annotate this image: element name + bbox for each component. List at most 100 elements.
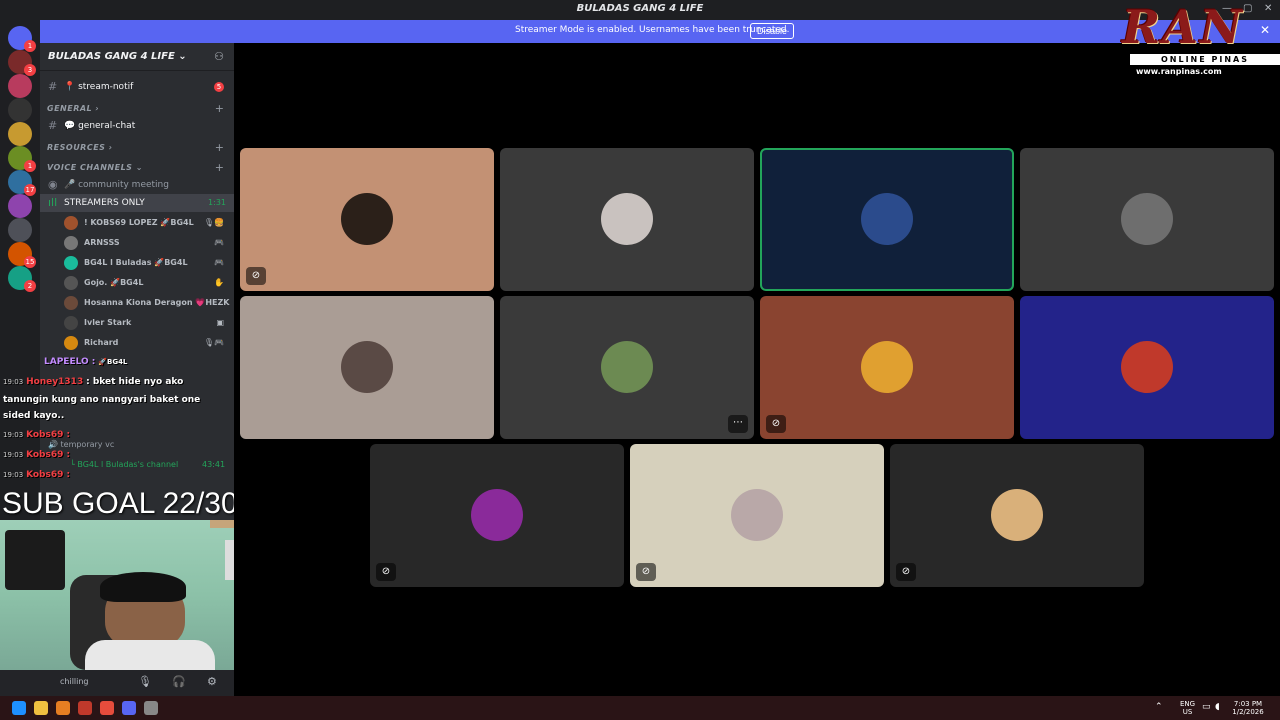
voice-user[interactable]: Gojo. 🚀BG4L ✋ bbox=[64, 273, 230, 293]
logo-wordmark: RAN bbox=[1122, 0, 1244, 54]
participant-tile[interactable] bbox=[1020, 296, 1274, 439]
mic-icon[interactable]: 🎙 bbox=[138, 675, 152, 688]
server-icon[interactable] bbox=[8, 98, 32, 122]
language-indicator[interactable]: ENG US bbox=[1180, 700, 1195, 716]
settings-icon[interactable]: ⚙ bbox=[207, 675, 217, 688]
participant-tile[interactable]: ⊘ bbox=[240, 148, 494, 291]
tray-chevron-icon[interactable]: ⌃ bbox=[1155, 702, 1163, 712]
voice-user[interactable]: ! KOBS69 LOPEZ 🚀BG4L 🎙🍔 bbox=[64, 213, 230, 233]
more-options-icon[interactable]: ⋯ bbox=[728, 415, 748, 433]
server-icon[interactable] bbox=[8, 194, 32, 218]
region-code: US bbox=[1182, 708, 1193, 716]
hanging-shirt bbox=[5, 530, 65, 590]
network-icon[interactable]: ▭ bbox=[1202, 702, 1211, 712]
user-name: Hosanna Kiona Deragon 💗HEZK bbox=[84, 298, 230, 307]
logo-url: www.ranpinas.com bbox=[1136, 67, 1222, 76]
participant-tile[interactable]: ⊘ bbox=[630, 444, 884, 587]
participant-avatar bbox=[341, 341, 393, 393]
clock[interactable]: 7:03 PM 1/2/2026 bbox=[1232, 700, 1264, 716]
chat-time: 19:03 bbox=[3, 451, 24, 459]
create-channel-icon[interactable]: + bbox=[215, 159, 224, 177]
channel-stream-notif[interactable]: # 📍 stream-notif 5 bbox=[40, 78, 234, 96]
voice-live-icon: ıll bbox=[48, 196, 58, 209]
participant-tile[interactable]: ⊘ bbox=[760, 296, 1014, 439]
ran-online-logo: RAN ONLINE PINAS www.ranpinas.com bbox=[1112, 0, 1280, 80]
channel-label: 📍 stream-notif bbox=[64, 82, 134, 92]
user-avatar bbox=[64, 296, 78, 310]
taskbar-app-icon[interactable] bbox=[56, 701, 70, 715]
muted-mic-icon: ⊘ bbox=[376, 563, 396, 581]
participant-tile[interactable] bbox=[1020, 148, 1274, 291]
chat-message: 19:03 Kobs69 : bbox=[3, 430, 70, 440]
voice-channel-streamers-only[interactable]: ıll STREAMERS ONLY 1:31 bbox=[40, 194, 234, 212]
participant-tile[interactable]: ⊘ bbox=[890, 444, 1144, 587]
user-custom-status: chilling bbox=[60, 677, 89, 686]
voice-user[interactable]: Richard 🎙🎮 bbox=[64, 333, 230, 353]
voice-user[interactable]: BG4L l Buladas 🚀BG4L 🎮 bbox=[64, 253, 230, 273]
mention-badge: 5 bbox=[214, 82, 224, 92]
user-avatar bbox=[64, 336, 78, 350]
guild-header[interactable]: BULADAS GANG 4 LIFE ⌄ ⚇ bbox=[40, 43, 234, 71]
user-name: Richard bbox=[84, 338, 119, 347]
taskbar-app-icon[interactable] bbox=[122, 701, 136, 715]
participant-tile[interactable] bbox=[240, 296, 494, 439]
voice-user[interactable]: ARNSSS 🎮 bbox=[64, 233, 230, 253]
participant-tile[interactable] bbox=[500, 148, 754, 291]
participant-avatar bbox=[861, 341, 913, 393]
taskbar-app-icon[interactable] bbox=[12, 701, 26, 715]
user-status-icons: 🎙🎮 bbox=[203, 338, 224, 347]
category-general[interactable]: GENERAL › + bbox=[40, 100, 234, 118]
taskbar-app-icon[interactable] bbox=[78, 701, 92, 715]
user-name: ARNSSS bbox=[84, 238, 120, 247]
chat-username: Kobs69 : bbox=[26, 430, 71, 440]
user-avatar bbox=[64, 316, 78, 330]
create-channel-icon[interactable]: + bbox=[215, 139, 224, 157]
invite-people-icon[interactable]: ⚇ bbox=[214, 50, 224, 63]
participant-avatar bbox=[601, 341, 653, 393]
server-badge: 17 bbox=[24, 184, 36, 196]
chat-username: Kobs69 : bbox=[26, 450, 71, 460]
channel-general-chat[interactable]: # 💬 general-chat bbox=[40, 117, 234, 135]
participant-avatar bbox=[1121, 341, 1173, 393]
participant-tile[interactable] bbox=[760, 148, 1014, 291]
participant-avatar bbox=[471, 489, 523, 541]
taskbar-app-icon[interactable] bbox=[100, 701, 114, 715]
voice-channel-community-meeting[interactable]: ◉ 🎤 community meeting bbox=[40, 176, 234, 194]
participant-avatar bbox=[1121, 193, 1173, 245]
server-icon[interactable] bbox=[8, 218, 32, 242]
server-badge: 2 bbox=[24, 280, 36, 292]
disable-streamer-mode-button[interactable]: Disable bbox=[750, 23, 795, 39]
streamer-shirt bbox=[85, 640, 215, 670]
voice-user[interactable]: Hosanna Kiona Deragon 💗HEZK bbox=[64, 293, 230, 313]
participant-tile[interactable]: ⊘ bbox=[370, 444, 624, 587]
temporary-vc-channel[interactable]: 🔊 temporary vc bbox=[48, 440, 114, 449]
streamer-hair bbox=[100, 572, 186, 602]
channel-label: STREAMERS ONLY bbox=[64, 198, 145, 208]
category-resources[interactable]: RESOURCES › + bbox=[40, 139, 234, 157]
user-status-icons: 🎮 bbox=[214, 238, 224, 247]
clock-time: 7:03 PM bbox=[1233, 700, 1263, 708]
create-channel-icon[interactable]: + bbox=[215, 100, 224, 118]
buladas-channel[interactable]: └ BG4L l Buladas's channel bbox=[70, 460, 178, 469]
category-voice-channels[interactable]: VOICE CHANNELS ⌄ + bbox=[40, 159, 234, 177]
chat-time: 19:03 bbox=[3, 471, 24, 479]
voice-user[interactable]: Ivler Stark ▣ bbox=[64, 313, 230, 333]
muted-mic-icon: ⊘ bbox=[766, 415, 786, 433]
participant-tile[interactable]: ⋯ bbox=[500, 296, 754, 439]
chat-time: 19:03 bbox=[3, 431, 24, 439]
volume-icon[interactable]: ◖ bbox=[1215, 702, 1220, 712]
user-status-icons: 🎮 bbox=[214, 258, 224, 267]
server-icon[interactable] bbox=[8, 74, 32, 98]
server-icon[interactable] bbox=[8, 122, 32, 146]
server-badge: 1 bbox=[24, 160, 36, 172]
taskbar-app-icon[interactable] bbox=[34, 701, 48, 715]
user-avatar bbox=[64, 256, 78, 270]
participant-avatar bbox=[861, 193, 913, 245]
guild-name: BULADAS GANG 4 LIFE ⌄ bbox=[48, 51, 187, 62]
taskbar-app-icon[interactable] bbox=[144, 701, 158, 715]
participant-avatar bbox=[341, 193, 393, 245]
webcam-feed bbox=[0, 520, 267, 670]
headset-icon[interactable]: 🎧 bbox=[172, 675, 186, 688]
muted-mic-icon: ⊘ bbox=[246, 267, 266, 285]
voice-channel-icon: ◉ bbox=[48, 178, 58, 191]
